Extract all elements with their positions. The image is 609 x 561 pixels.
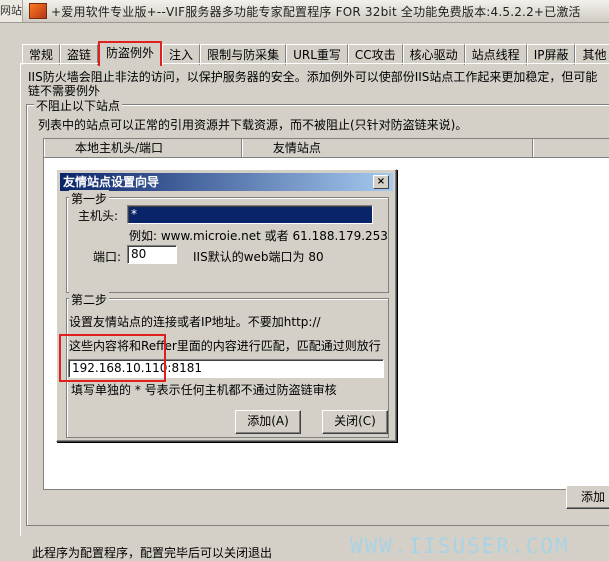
tab-strip: 常规 盗链 防盗例外 注入 限制与防采集 URL重写 CC攻击 核心驱动 站点线… <box>22 41 609 66</box>
host-label: 主机头: <box>78 209 119 223</box>
dialog-titlebar: 友情站点设置向导 × <box>60 173 393 191</box>
window-titlebar: 网站 +爱用软件专业版+--VIF服务器多功能专家配置程序 FOR 32bit … <box>0 0 609 23</box>
watermark: WWW.IISUSER.COM <box>350 534 570 558</box>
side-window-label: 网站 <box>0 0 23 22</box>
tab-core-driver[interactable]: 核心驱动 <box>402 44 465 65</box>
address-input[interactable]: 192.168.10.110:8181 <box>68 359 384 378</box>
wildcard-note: 填写单独的 * 号表示任何主机都不通过防盗链审核 <box>71 383 337 397</box>
column-header-host-port[interactable]: 本地主机头/端口 <box>44 139 242 157</box>
close-icon[interactable]: × <box>373 175 389 189</box>
tab-url-rewrite[interactable]: URL重写 <box>286 44 348 65</box>
port-input[interactable]: 80 <box>127 245 177 264</box>
tab-limits-anticrawl[interactable]: 限制与防采集 <box>200 44 287 65</box>
dialog-title: 友情站点设置向导 <box>63 175 160 189</box>
host-example: 例如: www.microie.net 或者 61.188.179.253 <box>129 229 388 243</box>
tab-general[interactable]: 常规 <box>22 44 61 65</box>
tab-site-threads[interactable]: 站点线程 <box>464 44 527 65</box>
status-text: 此程序为配置程序，配置完毕后可以关闭退出 <box>32 546 273 560</box>
tab-other[interactable]: 其他 <box>575 44 609 65</box>
port-label: 端口: <box>93 250 122 264</box>
group-description: 列表中的站点可以正常的引用资源并下载资源，而不被阻止(只针对防盗链来说)。 <box>38 118 468 132</box>
host-input[interactable]: * <box>127 205 373 224</box>
dialog-add-button[interactable]: 添加(A) <box>235 410 301 434</box>
tab-hotlink[interactable]: 盗链 <box>60 44 99 65</box>
step2-legend: 第二步 <box>69 291 110 308</box>
tab-antihotlink-exceptions[interactable]: 防盗例外 <box>98 41 163 66</box>
app-icon <box>29 3 47 19</box>
tab-ip-block[interactable]: IP屏蔽 <box>526 44 576 65</box>
port-hint: IIS默认的web端口为 80 <box>193 250 324 264</box>
column-header-friend-site[interactable]: 友情站点 <box>241 139 534 157</box>
column-header-empty[interactable] <box>533 139 609 157</box>
dialog-close-button[interactable]: 关闭(C) <box>322 410 388 434</box>
friend-site-wizard-dialog: 友情站点设置向导 × 第一步 主机头: * 例如: www.microie.ne… <box>56 169 397 442</box>
info-text: IIS防火墙会阻止非法的访问，以保护服务器的安全。添加例外可以使部份IIS站点工… <box>28 70 609 98</box>
match-note: 这些内容将和Reffer里面的内容进行匹配，匹配通过则放行 <box>69 339 381 353</box>
list-header: 本地主机头/端口 友情站点 <box>44 139 609 158</box>
step1-legend: 第一步 <box>69 190 110 207</box>
group-title: 不阻止以下站点 <box>34 97 123 114</box>
step2-instruction: 设置友情站点的连接或者IP地址。不要加http:// <box>69 315 321 329</box>
window-title: +爱用软件专业版+--VIF服务器多功能专家配置程序 FOR 32bit 全功能… <box>51 4 581 19</box>
tab-injection[interactable]: 注入 <box>162 44 201 65</box>
info-line-1: IIS防火墙会阻止非法的访问，以保护服务器的安全。添加例外可以使部份IIS站点工… <box>28 70 598 84</box>
info-line-2: 链不需要例外 <box>28 84 101 98</box>
add-button[interactable]: 添加 <box>566 485 609 509</box>
tab-cc-attack[interactable]: CC攻击 <box>347 44 403 65</box>
